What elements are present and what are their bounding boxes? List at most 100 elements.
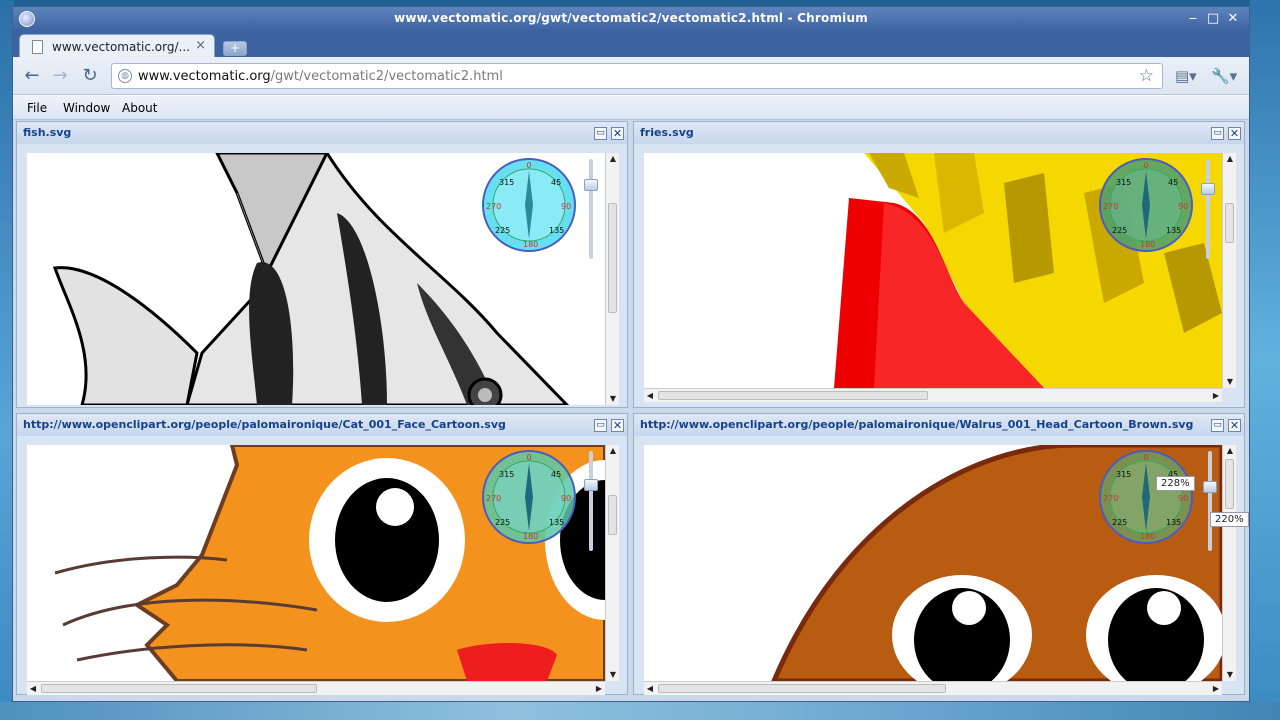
svg-canvas[interactable]: 0 45 90 135 180 225 270 315 [27,445,605,681]
page-menu-icon[interactable]: ▤▾ [1175,67,1197,85]
scroll-up-icon[interactable]: ▲ [1223,445,1237,457]
reload-icon[interactable]: ↻ [79,65,101,87]
globe-icon: ◍ [118,69,132,83]
scroll-left-icon[interactable]: ◀ [644,389,656,403]
scroll-thumb[interactable] [608,203,617,313]
window-header[interactable]: http://www.openclipart.org/people/paloma… [634,414,1244,436]
horizontal-scrollbar[interactable]: ◀ ▶ [644,388,1222,402]
tab-close-icon[interactable]: × [195,38,206,53]
maximize-icon[interactable]: □ [1205,11,1221,27]
scroll-up-icon[interactable]: ▲ [606,153,620,165]
scroll-down-icon[interactable]: ▼ [1223,669,1237,681]
menu-about[interactable]: About [122,101,157,115]
window-close-icon[interactable]: ✕ [1228,419,1241,432]
new-tab-button[interactable]: + [223,41,247,56]
vertical-scrollbar[interactable]: ▲ ▼ [605,445,619,681]
window-titlebar[interactable]: www.vectomatic.org/gwt/vectomatic2/vecto… [13,7,1249,31]
address-bar[interactable]: ◍ www.vectomatic.org/gwt/vectomatic2/vec… [111,63,1163,89]
scroll-thumb[interactable] [658,684,946,693]
svg-text:0: 0 [1143,453,1148,462]
scroll-down-icon[interactable]: ▼ [606,393,620,405]
minimize-icon[interactable]: ‒ [1185,11,1201,27]
zoom-knob[interactable] [584,479,598,491]
horizontal-scrollbar[interactable]: ◀ ▶ [644,681,1222,695]
scroll-right-icon[interactable]: ▶ [593,682,605,696]
window-close-icon[interactable]: ✕ [1228,127,1241,140]
scroll-left-icon[interactable]: ◀ [27,682,39,696]
svg-text:315: 315 [499,470,514,479]
svg-canvas[interactable]: 0 45 90 135 180 225 270 315 [644,153,1222,388]
menu-file[interactable]: File [27,101,47,115]
tab-vectomatic[interactable]: www.vectomatic.org/... × [19,34,215,58]
scroll-down-icon[interactable]: ▼ [606,669,620,681]
scroll-up-icon[interactable]: ▲ [606,445,620,457]
zoom-knob[interactable] [1203,481,1217,493]
svg-canvas[interactable]: 0 45 90 135 180 225 270 315 228% [644,445,1222,681]
forward-arrow-icon[interactable]: → [49,65,71,87]
scroll-thumb[interactable] [1225,459,1234,509]
svg-text:180: 180 [523,240,538,249]
svg-text:225: 225 [1112,226,1127,235]
window-header[interactable]: fries.svg ▭ ✕ [634,122,1244,144]
svg-window-walrus[interactable]: http://www.openclipart.org/people/paloma… [633,413,1249,695]
compass-widget[interactable]: 0 45 90 135 180 225 270 315 [481,449,577,545]
window-maximize-icon[interactable]: ▭ [594,127,607,140]
svg-window-fish[interactable]: fish.svg ▭ ✕ 0 45 90 135 180 225 270 315… [16,121,628,408]
compass-widget[interactable]: 0 45 90 135 180 225 270 315 [481,157,577,253]
browser-toolbar: ← → ↻ ◍ www.vectomatic.org/gwt/vectomati… [13,57,1249,95]
compass-icon: 0 45 90 135 180 225 270 315 [1099,450,1193,544]
vertical-scrollbar[interactable]: ▲ ▼ [1222,153,1236,388]
zoom-slider[interactable] [1198,159,1218,259]
scroll-right-icon[interactable]: ▶ [1210,389,1222,403]
svg-window-fries[interactable]: fries.svg ▭ ✕ 0 45 90 135 180 225 270 31… [633,121,1245,408]
scroll-right-icon[interactable]: ▶ [1210,682,1222,696]
compass-widget[interactable]: 0 45 90 135 180 225 270 315 [1098,449,1194,545]
compass-widget[interactable]: 0 45 90 135 180 225 270 315 [1098,157,1194,253]
zoom-slider[interactable] [581,451,601,551]
vertical-scrollbar[interactable]: ▲ ▼ [605,153,619,405]
svg-text:135: 135 [549,518,564,527]
wrench-icon[interactable]: 🔧▾ [1211,67,1237,85]
svg-canvas[interactable]: 0 45 90 135 180 225 270 315 [27,153,605,405]
scroll-thumb[interactable] [1225,203,1234,243]
zoom-track [1208,451,1212,551]
svg-text:0: 0 [526,161,531,170]
window-header[interactable]: http://www.openclipart.org/people/paloma… [17,414,627,436]
svg-text:225: 225 [1112,518,1127,527]
svg-text:270: 270 [1103,202,1118,211]
scroll-thumb[interactable] [658,391,928,400]
zoom-knob[interactable] [584,179,598,191]
scroll-down-icon[interactable]: ▼ [1223,376,1237,388]
scroll-thumb[interactable] [41,684,317,693]
vertical-scrollbar[interactable]: ▲ ▼ [1222,445,1236,681]
window-close-icon[interactable]: ✕ [611,127,624,140]
svg-text:180: 180 [1140,240,1155,249]
window-close-icon[interactable]: ✕ [611,419,624,432]
menu-window[interactable]: Window [63,101,110,115]
zoom-slider[interactable] [1200,451,1220,551]
zoom-knob[interactable] [1201,183,1215,195]
vectomatic-app: File Window About fish.svg ▭ ✕ 0 45 90 1… [13,96,1249,701]
svg-text:270: 270 [486,202,501,211]
address-text[interactable]: www.vectomatic.org/gwt/vectomatic2/vecto… [138,69,503,84]
svg-text:135: 135 [1166,226,1181,235]
window-title-cat: http://www.openclipart.org/people/paloma… [23,418,506,431]
zoom-track [1206,159,1210,259]
svg-window-cat[interactable]: http://www.openclipart.org/people/paloma… [16,413,628,695]
compass-icon: 0 45 90 135 180 225 270 315 [1099,158,1193,252]
horizontal-scrollbar[interactable]: ◀ ▶ [27,681,605,695]
window-maximize-icon[interactable]: ▭ [1211,419,1224,432]
close-window-icon[interactable]: ✕ [1225,11,1241,27]
bookmark-star-icon[interactable]: ☆ [1139,66,1154,86]
compass-icon: 0 45 90 135 180 225 270 315 [482,158,576,252]
scroll-thumb[interactable] [608,495,617,535]
back-arrow-icon[interactable]: ← [21,65,43,87]
window-header[interactable]: fish.svg ▭ ✕ [17,122,627,144]
window-maximize-icon[interactable]: ▭ [1211,127,1224,140]
window-maximize-icon[interactable]: ▭ [594,419,607,432]
scroll-left-icon[interactable]: ◀ [644,682,656,696]
window-title-fries: fries.svg [640,126,694,139]
scroll-up-icon[interactable]: ▲ [1223,153,1237,165]
compass-icon: 0 45 90 135 180 225 270 315 [482,450,576,544]
zoom-slider[interactable] [581,159,601,259]
